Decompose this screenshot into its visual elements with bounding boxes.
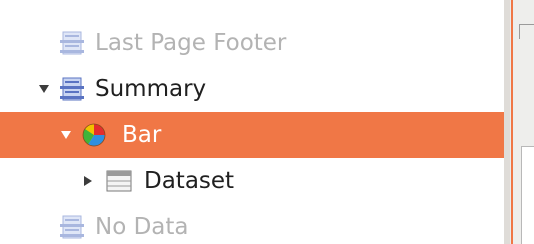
band-icon (60, 31, 84, 55)
expander-expanded-icon[interactable] (60, 112, 74, 158)
band-icon (60, 77, 84, 101)
adjacent-panel-tab[interactable] (519, 24, 534, 39)
dataset-icon (106, 169, 132, 193)
pie-chart-icon (82, 123, 106, 147)
tree-item-label: No Data (95, 214, 189, 240)
expander-collapsed-icon[interactable] (82, 158, 96, 204)
tree-item-label: Dataset (144, 168, 235, 194)
tree-item-label: Last Page Footer (95, 30, 287, 56)
tree-item-last-page-footer[interactable]: Last Page Footer (0, 20, 504, 66)
tree-item-no-data[interactable]: No Data (0, 204, 504, 244)
tree-item-dataset[interactable]: Dataset (0, 158, 504, 204)
tree-item-label: Bar (122, 122, 162, 148)
tree-item-label: Summary (95, 76, 207, 102)
adjacent-panel-content (521, 146, 534, 244)
tree-item-bar[interactable]: Bar (0, 112, 504, 158)
outline-tree: Last Page Footer Summary Bar Dataset No … (0, 0, 504, 244)
expander-expanded-icon[interactable] (38, 66, 52, 112)
tree-item-summary[interactable]: Summary (0, 66, 504, 112)
report-outline-view: Last Page Footer Summary Bar Dataset No … (0, 0, 534, 244)
panel-splitter[interactable] (504, 0, 510, 244)
band-icon (60, 215, 84, 239)
